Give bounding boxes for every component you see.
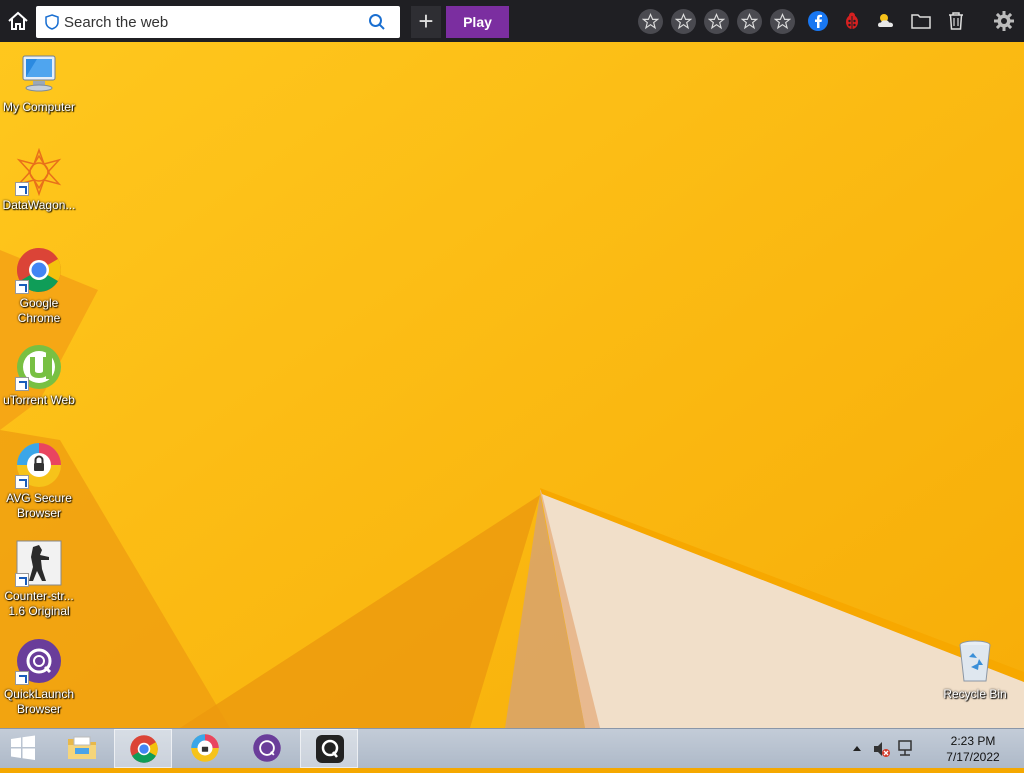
volume-muted-icon[interactable] bbox=[872, 729, 892, 768]
taskbar-q-app[interactable] bbox=[300, 729, 358, 768]
favorite-star-icon-1[interactable] bbox=[638, 9, 663, 34]
favorite-star-icon-4[interactable] bbox=[737, 9, 762, 34]
favorite-star-icon-3[interactable] bbox=[704, 9, 729, 34]
desktop-icon-label: Recycle Bin bbox=[943, 687, 1007, 701]
q-app-icon bbox=[316, 735, 344, 763]
quicklaunch-icon bbox=[15, 637, 63, 685]
trash-icon[interactable] bbox=[945, 10, 967, 32]
shortcut-arrow-icon bbox=[15, 377, 29, 391]
desktop-icon-label: My Computer bbox=[2, 100, 76, 114]
shortcut-arrow-icon bbox=[15, 573, 29, 587]
shortcut-arrow-icon bbox=[15, 182, 29, 196]
datawagon-icon bbox=[15, 147, 63, 197]
desktop-icon-google-chrome[interactable]: Google Chrome bbox=[0, 246, 78, 326]
desktop-icon-label: QuickLaunch Browser bbox=[3, 687, 75, 716]
folder-icon[interactable] bbox=[910, 10, 932, 32]
avg-browser-icon bbox=[15, 441, 63, 489]
chrome-icon bbox=[130, 735, 158, 763]
desktop-icon-label: uTorrent Web bbox=[3, 393, 75, 407]
search-input[interactable] bbox=[64, 10, 364, 34]
taskbar-avg-browser[interactable] bbox=[176, 729, 234, 768]
desktop-icon-label: Google Chrome bbox=[17, 296, 61, 325]
taskbar-quicklaunch[interactable] bbox=[238, 729, 296, 768]
shortcut-arrow-icon bbox=[15, 280, 29, 294]
show-hidden-icons-button[interactable] bbox=[850, 729, 864, 768]
recycle-bin-icon bbox=[951, 637, 999, 685]
desktop-icon-my-computer[interactable]: My Computer bbox=[0, 50, 78, 115]
clock-date: 7/17/2022 bbox=[946, 750, 1000, 764]
taskbar: 2:23 PM 7/17/2022 bbox=[0, 728, 1024, 768]
quicklaunch-icon bbox=[253, 734, 281, 762]
gear-icon[interactable] bbox=[993, 10, 1015, 32]
desktop-icon-counter-strike[interactable]: Counter-str... 1.6 Original bbox=[0, 539, 78, 619]
search-icon[interactable] bbox=[368, 13, 386, 31]
windows-icon bbox=[11, 735, 35, 760]
facebook-icon[interactable] bbox=[807, 10, 829, 32]
clock-time: 2:23 PM bbox=[950, 734, 996, 748]
desktop-icon-recycle-bin[interactable]: Recycle Bin bbox=[936, 637, 1014, 702]
avg-browser-icon bbox=[191, 734, 219, 762]
search-box bbox=[36, 6, 400, 38]
desktop-icon-datawagon[interactable]: DataWagon... bbox=[0, 147, 78, 213]
taskbar-chrome[interactable] bbox=[114, 729, 172, 768]
taskbar-file-explorer[interactable] bbox=[52, 729, 110, 768]
desktop-icon-label: AVG Secure Browser bbox=[6, 491, 72, 520]
start-button[interactable] bbox=[0, 729, 48, 768]
shortcut-arrow-icon bbox=[15, 475, 29, 489]
desktop-icon-avg-secure-browser[interactable]: AVG Secure Browser bbox=[0, 441, 78, 521]
home-icon[interactable] bbox=[6, 10, 30, 32]
search-toolbar: + Play bbox=[0, 0, 1024, 42]
shortcut-arrow-icon bbox=[15, 671, 29, 685]
computer-icon bbox=[15, 50, 63, 98]
system-clock[interactable]: 2:23 PM 7/17/2022 bbox=[938, 733, 1008, 765]
desktop-icon-label: Counter-str... 1.6 Original bbox=[4, 589, 74, 618]
network-icon[interactable] bbox=[896, 729, 916, 768]
chevron-up-icon bbox=[853, 746, 861, 751]
bug-icon[interactable] bbox=[841, 10, 863, 32]
favorite-star-icon-5[interactable] bbox=[770, 9, 795, 34]
chrome-icon bbox=[15, 246, 63, 294]
desktop-icon-quicklaunch-browser[interactable]: QuickLaunch Browser bbox=[0, 637, 78, 717]
play-button[interactable]: Play bbox=[446, 6, 509, 38]
wallpaper bbox=[0, 0, 1024, 728]
weather-icon[interactable] bbox=[875, 10, 897, 32]
desktop-icon-utorrent-web[interactable]: uTorrent Web bbox=[0, 343, 78, 408]
desktop-icon-label: DataWagon... bbox=[2, 198, 76, 212]
add-tab-button[interactable]: + bbox=[411, 6, 441, 38]
utorrent-icon bbox=[15, 343, 63, 391]
favorite-star-icon-2[interactable] bbox=[671, 9, 696, 34]
counter-strike-icon bbox=[15, 539, 63, 587]
file-explorer-icon bbox=[68, 736, 96, 759]
desktop: My Computer DataWagon... Google Chrome u… bbox=[0, 0, 1024, 728]
shield-icon bbox=[45, 14, 59, 30]
